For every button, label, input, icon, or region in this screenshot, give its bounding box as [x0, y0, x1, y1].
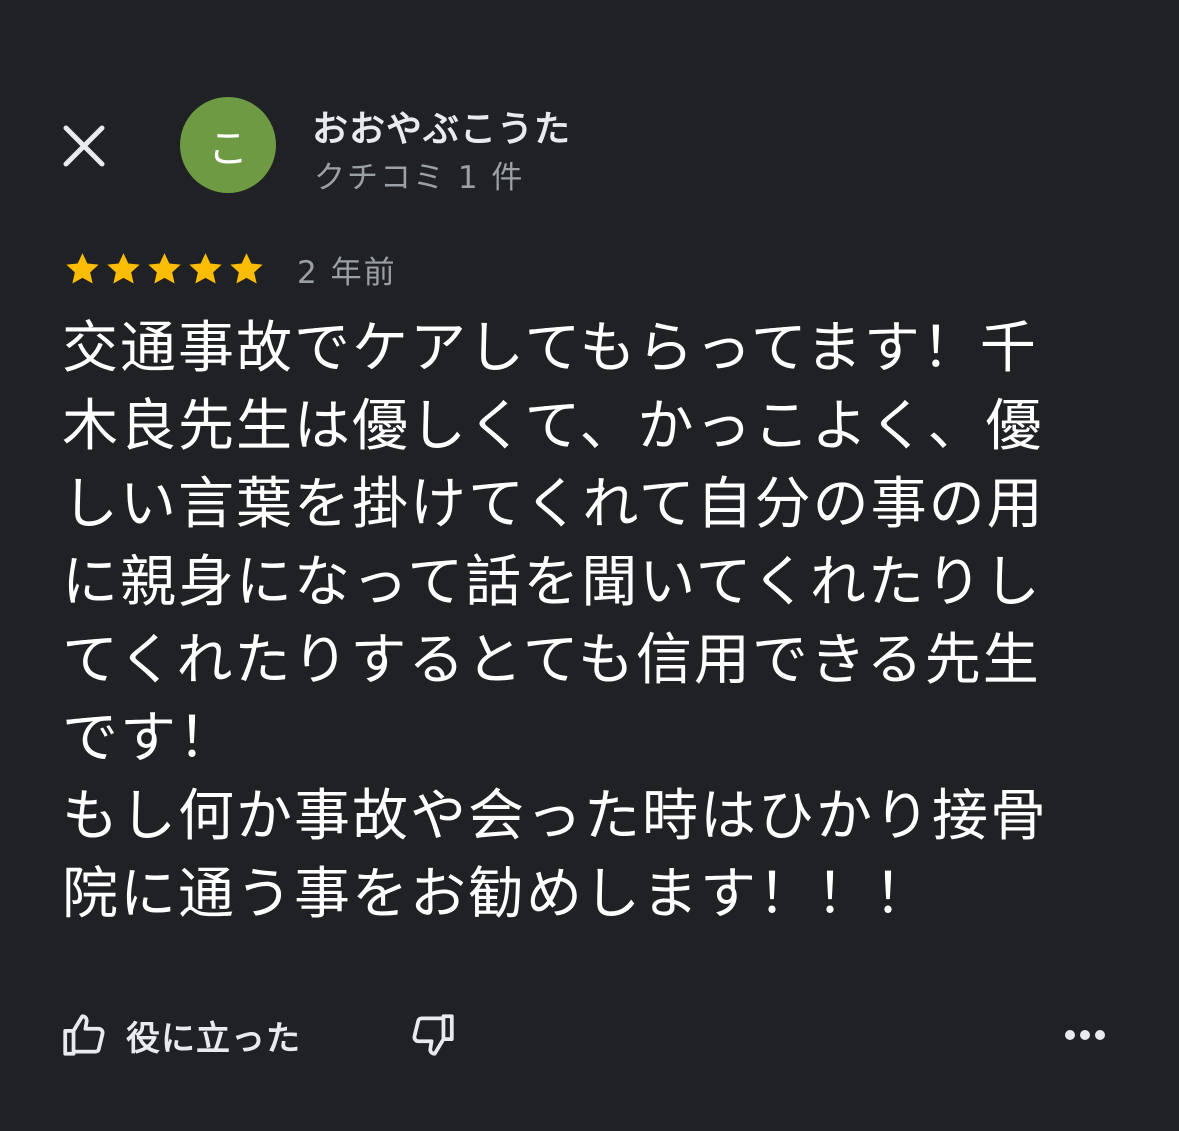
author-review-count: クチコミ 1 件: [314, 160, 525, 196]
star-icon: [189, 253, 222, 284]
next-review-edge: [0, 1110, 1179, 1131]
review-header: こ おおやぶこうた クチコミ 1 件: [0, 0, 1179, 210]
not-helpful-button[interactable]: [400, 1003, 464, 1067]
more-horizontal-icon: [1065, 1030, 1105, 1040]
star-rating: [62, 249, 267, 289]
review-actions: 役に立った: [0, 995, 1179, 1075]
review-text: 交通事故でケアしてもらってます！千木良先生は優しくて、かっこよく、優しい言葉を掛…: [62, 316, 1048, 927]
avatar[interactable]: こ: [180, 97, 276, 193]
more-options-button[interactable]: [1055, 1003, 1115, 1067]
review-date: 2 年前: [297, 254, 397, 291]
star-icon: [230, 253, 263, 284]
star-icon: [148, 253, 181, 284]
helpful-button[interactable]: 役に立った: [60, 1003, 301, 1067]
thumbs-down-icon: [412, 1014, 454, 1056]
star-icon: [66, 253, 99, 284]
close-button[interactable]: [56, 118, 112, 174]
rating-row: 2 年前: [62, 244, 397, 294]
author-name[interactable]: おおやぶこうた: [312, 100, 571, 152]
helpful-label: 役に立った: [126, 1018, 301, 1059]
close-icon: [63, 125, 105, 167]
avatar-letter: こ: [208, 126, 248, 172]
star-icon: [107, 253, 140, 284]
thumbs-up-icon: [63, 1014, 105, 1056]
